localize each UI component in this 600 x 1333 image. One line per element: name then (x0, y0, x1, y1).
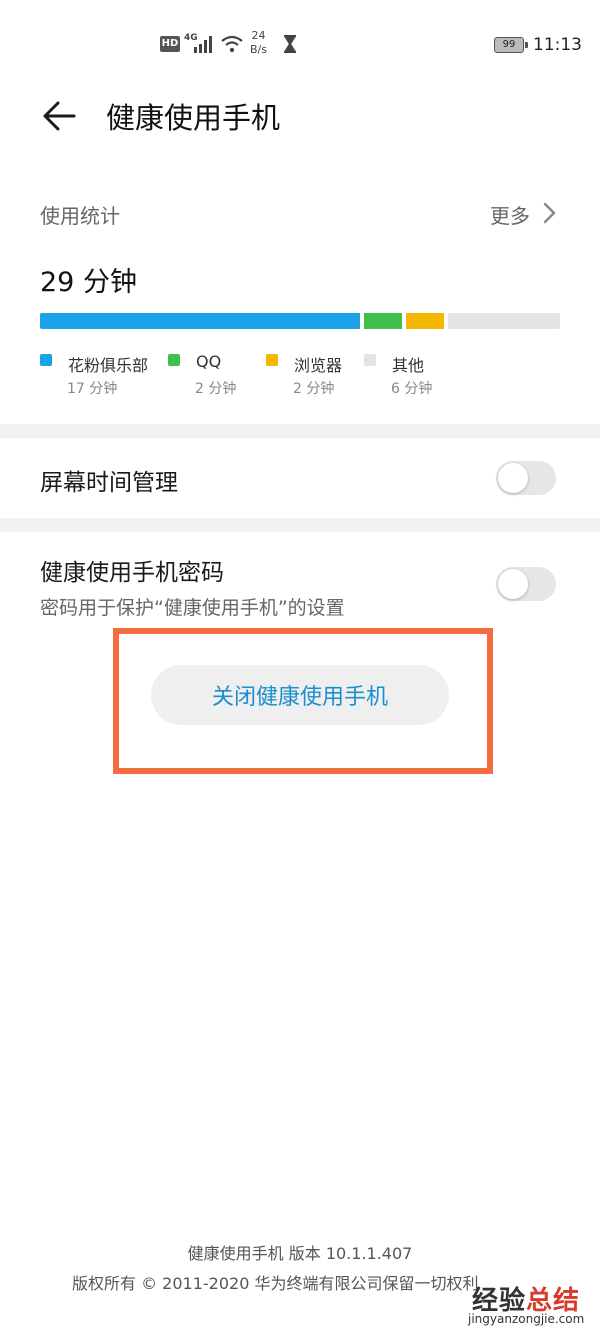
legend-color-swatch (168, 354, 180, 366)
chevron-right-icon[interactable] (540, 200, 560, 226)
legend-app-name: 其他 (392, 356, 425, 375)
speed-value: 24 (251, 29, 266, 42)
legend-color-swatch (40, 354, 52, 366)
usage-stacked-bar (40, 313, 560, 329)
wifi-icon (221, 35, 243, 53)
legend-app-time: 2 分钟 (195, 381, 237, 397)
password-description: 密码用于保护“健康使用手机”的设置 (40, 597, 345, 619)
hourglass-icon (284, 35, 296, 53)
usage-bar-segment (406, 313, 444, 329)
signal-icon (194, 36, 212, 53)
password-label: 健康使用手机密码 (40, 560, 224, 586)
status-bar: HD 4G 24 B/s 99 11:13 (0, 0, 600, 90)
legend-app-name: 浏览器 (294, 356, 343, 375)
version-text: 健康使用手机 版本 10.1.1.407 (187, 1244, 413, 1263)
legend-color-swatch (364, 354, 376, 366)
legend-app-time: 2 分钟 (293, 381, 335, 397)
speed-unit: B/s (250, 43, 267, 56)
turn-off-button[interactable]: 关闭健康使用手机 (151, 665, 449, 725)
legend-app-time: 17 分钟 (67, 381, 118, 397)
toggle-knob (498, 463, 528, 493)
page-title: 健康使用手机 (106, 101, 281, 135)
battery-indicator: 99 (494, 37, 528, 53)
clock: 11:13 (533, 35, 582, 55)
section-divider (0, 518, 600, 532)
toggle-knob (498, 569, 528, 599)
legend-app-name: QQ (196, 352, 222, 371)
legend-color-swatch (266, 354, 278, 366)
legend-app-name: 花粉俱乐部 (68, 356, 149, 375)
total-usage-time: 29 分钟 (40, 267, 137, 298)
back-arrow-icon[interactable] (40, 96, 80, 136)
usage-bar-segment (364, 313, 402, 329)
password-toggle[interactable] (496, 567, 556, 601)
watermark-url: jingyanzongjie.com (468, 1312, 585, 1326)
copyright-text: 版权所有 © 2011-2020 华为终端有限公司保留一切权利 (72, 1274, 479, 1293)
legend-app-time: 6 分钟 (391, 381, 433, 397)
network-speed: 24 B/s (250, 29, 267, 57)
usage-bar-segment (448, 313, 560, 329)
screen-time-label: 屏幕时间管理 (40, 470, 178, 496)
more-link[interactable]: 更多 (490, 200, 530, 229)
usage-bar-segment (40, 313, 360, 329)
section-divider (0, 424, 600, 438)
hd-indicator: HD (160, 36, 180, 52)
usage-stats-label: 使用统计 (40, 204, 120, 228)
screen-time-toggle[interactable] (496, 461, 556, 495)
